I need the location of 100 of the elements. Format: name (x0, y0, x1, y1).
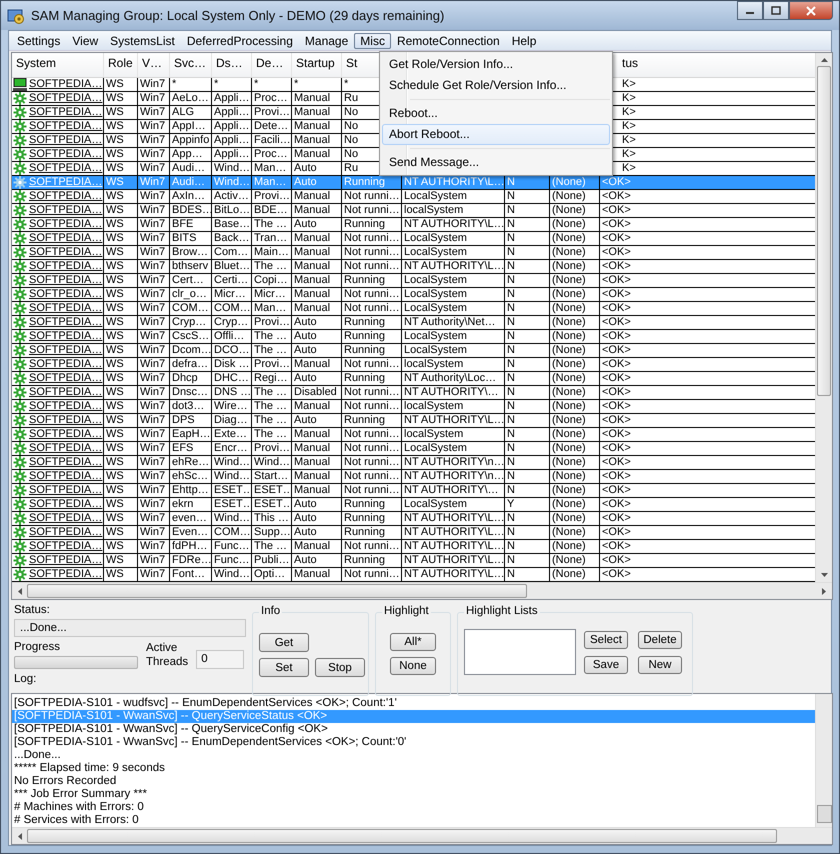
menu-item[interactable]: RemoteConnection (390, 32, 506, 48)
menu-item[interactable]: Reboot... (382, 103, 610, 124)
menu-item[interactable]: Misc (354, 32, 391, 48)
table-row[interactable]: SOFTPEDIA… WS Win7 Brow… Com… Main… Manual Not runni… LocalSystem N (None) <OK> (12, 246, 815, 260)
menu-item[interactable]: Abort Reboot... (382, 124, 610, 145)
menu-item[interactable]: Send Message... (382, 152, 610, 173)
table-row[interactable]: SOFTPEDIA… WS Win7 clr_o… Micr… Micr… Manual Not runni… LocalSystem N (None) <OK> (12, 288, 815, 302)
table-row[interactable]: SOFTPEDIA… WS Win7 dot3… Wire… The … Manual Not runni… localSystem N (None) <OK> (12, 400, 815, 414)
table-row[interactable]: SOFTPEDIA… WS Win7 Dnsc… DNS … The … Disabled Not runni… NT AUTHORITY\… N (None) <OK> (12, 386, 815, 400)
up-arrow-icon[interactable] (820, 57, 828, 63)
table-row[interactable]: SOFTPEDIA… WS Win7 even… Wind… This … Auto Running NT AUTHORITY\L… N (None) <OK> (12, 512, 815, 526)
table-cell: Win7 (140, 372, 166, 385)
highlight-button[interactable]: None (390, 657, 436, 675)
table-row[interactable]: SOFTPEDIA… WS Win7 BITS Back… Tran… Manual Not runni… LocalSystem N (None) <OK> (12, 232, 815, 246)
list-box[interactable] (464, 629, 576, 675)
column-header[interactable]: V… (138, 53, 170, 77)
vertical-scrollbar[interactable] (815, 53, 832, 582)
vertical-scrollbar[interactable] (815, 694, 832, 827)
column-header[interactable]: System (12, 53, 104, 77)
right-arrow-icon[interactable] (821, 586, 827, 596)
table-row[interactable]: SOFTPEDIA… WS Win7 CscS… Offli… The … Auto Running LocalSystem N (None) <OK> (12, 330, 815, 344)
log-line[interactable]: # Machines with Errors: 0 (12, 801, 815, 814)
close-button[interactable] (789, 1, 833, 20)
action-button[interactable]: Set (259, 658, 309, 677)
column-header[interactable]: Svc… (170, 53, 212, 77)
list-button[interactable]: Delete (638, 631, 682, 649)
list-button[interactable]: Select (584, 631, 628, 649)
column-header[interactable]: Ds… (212, 53, 252, 77)
column-header[interactable]: Startup (292, 53, 342, 77)
table-row[interactable]: SOFTPEDIA… WS Win7 Cert… Certi… Copi… Manual Running LocalSystem N (None) <OK> (12, 274, 815, 288)
table-cell: NT AUTHORITY\n… (404, 470, 504, 483)
menu-item[interactable]: SystemsList (104, 32, 181, 48)
table-row[interactable]: SOFTPEDIA… WS Win7 DPS Diag… The … Auto Running NT AUTHORITY\L… N (None) <OK> (12, 414, 815, 428)
list-button[interactable]: New (638, 656, 682, 674)
menu-item[interactable]: DeferredProcessing (180, 32, 299, 48)
table-row[interactable]: SOFTPEDIA… WS Win7 ehRe… Wind… Wind… Manual Not runni… NT AUTHORITY\n… N (None) <OK> (12, 456, 815, 470)
table-cell: SOFTPEDIA… (29, 400, 102, 413)
table-row[interactable]: SOFTPEDIA… WS Win7 EapH… Exte… The … Manual Not runni… localSystem N (None) <OK> (12, 428, 815, 442)
table-row[interactable]: SOFTPEDIA… WS Win7 EFS Encr… Provi… Manual Not runni… LocalSystem N (None) <OK> (12, 442, 815, 456)
table-cell: NT AUTHORITY\L… (404, 554, 504, 567)
horizontal-scrollbar[interactable] (12, 827, 832, 844)
log-line[interactable]: *** Job Error Summary *** (12, 788, 815, 801)
table-row[interactable]: SOFTPEDIA… WS Win7 ehSc… Wind… Start… Manual Not runni… NT AUTHORITY\n… N (None) <OK> (12, 470, 815, 484)
menu-item[interactable]: View (66, 32, 104, 48)
log-line[interactable]: [SOFTPEDIA-S101 - wudfsvc] -- EnumDependentServices <OK>; Count:'1' (12, 697, 815, 710)
table-row[interactable]: SOFTPEDIA… WS Win7 COM… COM… Man… Manual Not runni… LocalSystem N (None) <OK> (12, 302, 815, 316)
table-cell: The … (254, 330, 288, 343)
table-row[interactable]: SOFTPEDIA… WS Win7 fdPH… Func… The … Manual Not runni… NT AUTHORITY\L… N (None) <OK> (12, 540, 815, 554)
table-row[interactable]: SOFTPEDIA… WS Win7 AxIn… Activ… Provi… Manual Not runni… LocalSystem N (None) <OK> (12, 190, 815, 204)
table-row[interactable]: SOFTPEDIA… WS Win7 bthserv Bluet… The … Manual Not runni… NT AUTHORITY\L… N (None) <OK> (12, 260, 815, 274)
log-line[interactable]: [SOFTPEDIA-S101 - WwanSvc] -- QueryServiceConfig <OK> (12, 723, 815, 736)
left-arrow-icon[interactable] (17, 586, 23, 596)
table-cell: Manual (294, 484, 330, 497)
table-row[interactable]: SOFTPEDIA… WS Win7 Cryp… Cryp… Provi… Auto Running NT Authority\Net… N (None) <OK> (12, 316, 815, 330)
table-cell: NT AUTHORITY\L… (404, 218, 504, 231)
table-cell: (None) (552, 302, 586, 315)
table-cell: NT Authority\Loc… (404, 372, 496, 385)
table-row[interactable]: SOFTPEDIA… WS Win7 Dhcp DHC… Regi… Auto Running NT Authority\Loc… N (None) <OK> (12, 372, 815, 386)
action-button[interactable]: Stop (315, 658, 365, 677)
menu-item[interactable]: Manage (298, 32, 354, 48)
table-cell: SOFTPEDIA… (29, 540, 102, 553)
table-cell: (None) (552, 204, 586, 217)
menu-item[interactable]: Help (506, 32, 542, 48)
table-row[interactable]: SOFTPEDIA… WS Win7 BFE Base… The … Auto Running NT AUTHORITY\L… N (None) <OK> (12, 218, 815, 232)
table-cell: Dcom… (172, 344, 211, 357)
highlight-button[interactable]: All* (390, 633, 436, 651)
horizontal-scrollbar[interactable] (12, 582, 832, 599)
table-row[interactable]: SOFTPEDIA… WS Win7 ekrn ESET…ESET…Auto Running LocalSystem Y (None) <OK> (12, 498, 815, 512)
log-line[interactable]: No Errors Recorded (12, 775, 815, 788)
minimize-button[interactable] (737, 1, 763, 20)
column-header[interactable]: Role (104, 53, 138, 77)
log-line[interactable]: ...Done... (12, 749, 815, 762)
log-line[interactable]: ***** Elapsed time: 9 seconds (12, 762, 815, 775)
log-line[interactable]: # Services with Errors: 0 (12, 814, 815, 827)
table-row[interactable]: SOFTPEDIA… WS Win7 FDRe… Func… Publi… Auto Running NT AUTHORITY\L… N (None) <OK> (12, 554, 815, 568)
action-button[interactable]: Get (259, 633, 309, 652)
column-header[interactable]: De… (252, 53, 292, 77)
table-row[interactable]: SOFTPEDIA… WS Win7 Even… COM… Supp… Auto Running NT AUTHORITY\L… N (None) <OK> (12, 526, 815, 540)
table-row[interactable]: SOFTPEDIA… WS Win7 Ehttp… ESET…ESET…Manual Not runni… NT AUTHORITY\… N (None) <OK> (12, 484, 815, 498)
table-cell: Wind… (214, 470, 250, 483)
table-cell: WS (106, 400, 124, 413)
table-cell: N (507, 176, 515, 189)
table-cell: LocalSystem (404, 302, 467, 315)
table-cell: * (172, 78, 176, 91)
table-row[interactable]: SOFTPEDIA… WS Win7 Dcom… DCO… The … Auto Running LocalSystem N (None) <OK> (12, 344, 815, 358)
table-cell: NT AUTHORITY\L… (404, 568, 504, 581)
table-cell: N (507, 470, 515, 483)
down-arrow-icon[interactable] (820, 572, 828, 578)
log-line[interactable]: [SOFTPEDIA-S101 - WwanSvc] -- EnumDependentServices <OK>; Count:'0' (12, 736, 815, 749)
menu-item[interactable]: Settings (11, 32, 66, 48)
list-button[interactable]: Save (584, 656, 628, 674)
table-cell: ehRe… (172, 456, 210, 469)
table-row[interactable]: SOFTPEDIA… WS Win7 defra… Disk … Provi… Manual Not runni… localSystem N (None) <OK> (12, 358, 815, 372)
left-arrow-icon[interactable] (17, 832, 23, 840)
table-cell: (None) (552, 190, 586, 203)
table-cell: Not runni… (344, 190, 400, 203)
table-cell: Not runni… (344, 358, 400, 371)
maximize-button[interactable] (763, 1, 789, 20)
table-cell: Provi… (254, 190, 290, 203)
table-cell: K> (622, 106, 636, 119)
